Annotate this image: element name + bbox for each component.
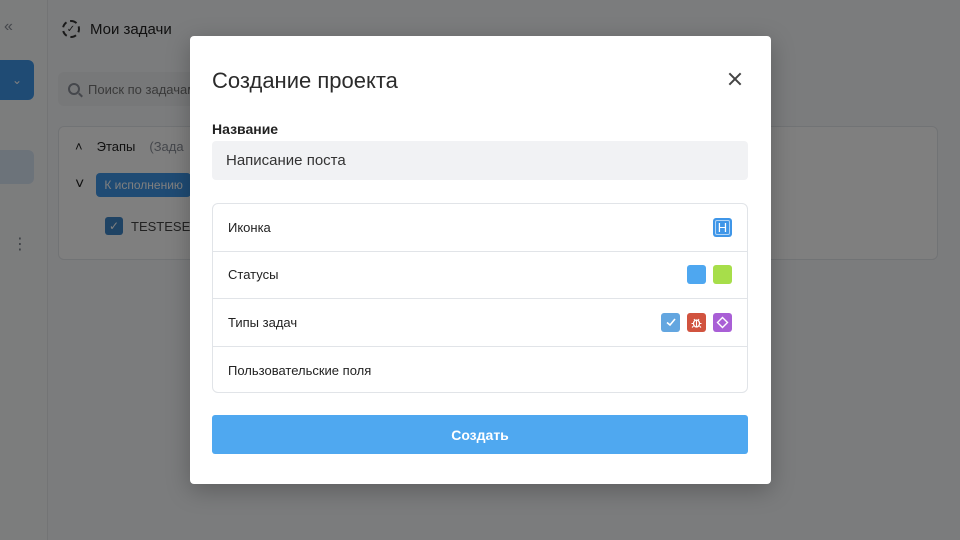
bug-icon[interactable] — [687, 312, 706, 332]
create-project-button[interactable]: Создать — [212, 415, 748, 454]
project-name-input[interactable] — [212, 141, 748, 180]
row-icons — [661, 312, 732, 332]
settings-row-label: Типы задач — [228, 314, 298, 330]
settings-row-task-types[interactable]: Типы задач — [213, 299, 747, 347]
project-icon-letter: H — [714, 219, 731, 235]
settings-row-label: Иконка — [228, 219, 271, 235]
close-icon[interactable] — [726, 70, 744, 88]
project-icon-preview[interactable]: H — [713, 217, 732, 237]
check-icon[interactable] — [661, 312, 680, 332]
status-color-swatch[interactable] — [687, 265, 706, 285]
status-color-swatch[interactable] — [713, 265, 732, 285]
row-icons: H — [713, 217, 732, 237]
project-settings-list: Иконка H Статусы Типы задач Пользователь… — [212, 203, 748, 393]
settings-row-icon[interactable]: Иконка H — [213, 204, 747, 252]
row-icons — [687, 265, 732, 285]
create-project-modal: Создание проекта Название Иконка H Стату… — [190, 36, 771, 484]
settings-row-custom-fields[interactable]: Пользовательские поля — [213, 347, 747, 395]
modal-title: Создание проекта — [212, 68, 398, 93]
settings-row-statuses[interactable]: Статусы — [213, 252, 747, 299]
name-label: Название — [212, 121, 279, 137]
settings-row-label: Пользовательские поля — [228, 362, 372, 378]
settings-row-label: Статусы — [228, 267, 279, 283]
diamond-icon[interactable] — [713, 312, 732, 332]
